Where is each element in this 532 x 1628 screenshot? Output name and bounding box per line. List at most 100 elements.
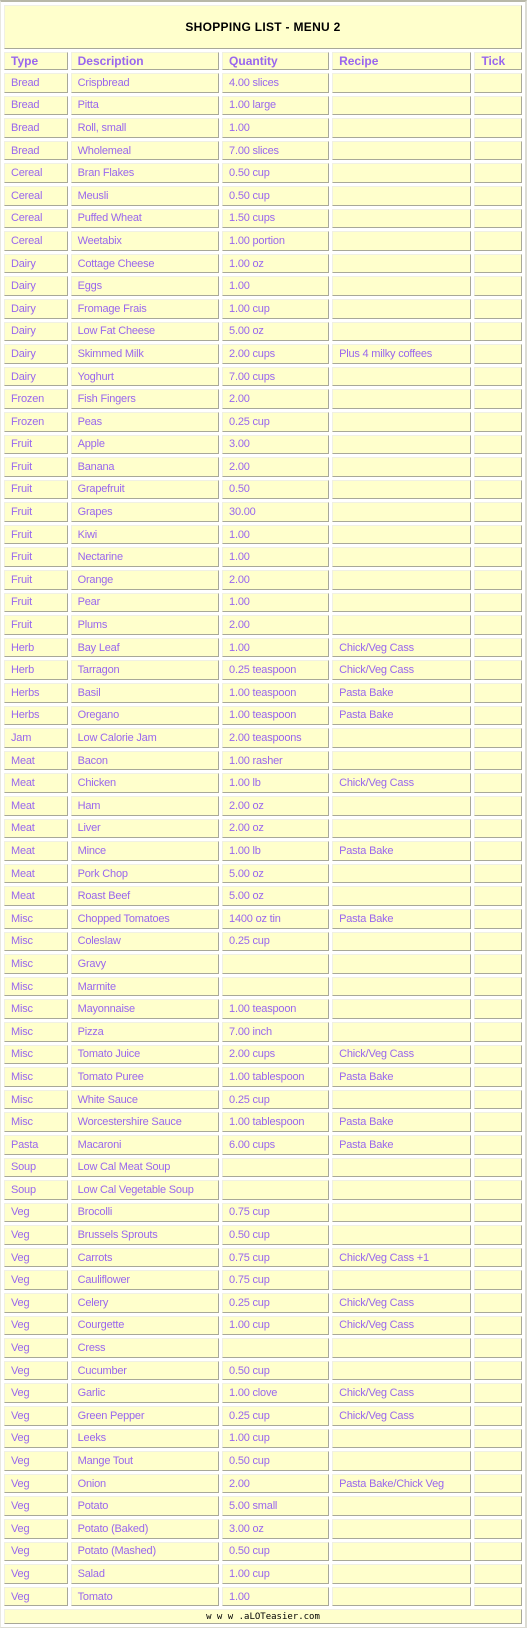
cell-tick[interactable] bbox=[474, 683, 522, 703]
cell-tick[interactable] bbox=[474, 231, 522, 251]
cell-tick[interactable] bbox=[474, 1157, 522, 1178]
cell-quantity: 5.00 oz bbox=[222, 321, 330, 342]
cell-tick[interactable] bbox=[474, 163, 522, 183]
cell-quantity: 2.00 teaspoons bbox=[222, 728, 330, 748]
cell-type: Pasta bbox=[4, 1134, 68, 1155]
footer-site-link[interactable]: w w w .aLOTeasier.com bbox=[4, 1609, 522, 1625]
cell-tick[interactable] bbox=[474, 118, 522, 138]
table-row: Herbs Basil 1.00 teaspoon Pasta Bake bbox=[4, 683, 522, 703]
cell-tick[interactable] bbox=[474, 1293, 522, 1313]
cell-recipe bbox=[332, 1564, 472, 1584]
cell-type: Dairy bbox=[4, 344, 68, 364]
cell-tick[interactable] bbox=[474, 954, 522, 974]
cell-tick[interactable] bbox=[474, 547, 522, 568]
cell-tick[interactable] bbox=[474, 908, 522, 929]
cell-tick[interactable] bbox=[474, 1134, 522, 1155]
cell-tick[interactable] bbox=[474, 321, 522, 342]
cell-tick[interactable] bbox=[474, 1089, 522, 1110]
cell-tick[interactable] bbox=[474, 1112, 522, 1132]
cell-tick[interactable] bbox=[474, 1473, 522, 1494]
cell-tick[interactable] bbox=[474, 1044, 522, 1065]
cell-tick[interactable] bbox=[474, 1225, 522, 1245]
cell-tick[interactable] bbox=[474, 1496, 522, 1516]
cell-description: Fish Fingers bbox=[70, 389, 220, 409]
cell-description: Skimmed Milk bbox=[70, 344, 220, 364]
cell-tick[interactable] bbox=[474, 1428, 522, 1449]
cell-tick[interactable] bbox=[474, 637, 522, 658]
cell-tick[interactable] bbox=[474, 344, 522, 364]
cell-tick[interactable] bbox=[474, 1202, 522, 1223]
cell-tick[interactable] bbox=[474, 660, 522, 681]
cell-tick[interactable] bbox=[474, 750, 522, 771]
cell-tick[interactable] bbox=[474, 1564, 522, 1584]
cell-type: Bread bbox=[4, 73, 68, 93]
cell-tick[interactable] bbox=[474, 886, 522, 906]
cell-tick[interactable] bbox=[474, 502, 522, 522]
cell-tick[interactable] bbox=[474, 434, 522, 455]
cell-tick[interactable] bbox=[474, 457, 522, 477]
shopping-list-container: SHOPPING LIST - MENU 2 Type Description … bbox=[0, 0, 527, 1628]
cell-tick[interactable] bbox=[474, 773, 522, 793]
cell-tick[interactable] bbox=[474, 389, 522, 409]
cell-tick[interactable] bbox=[474, 253, 522, 274]
cell-description: Onion bbox=[70, 1473, 220, 1494]
cell-type: Fruit bbox=[4, 502, 68, 522]
cell-tick[interactable] bbox=[474, 1406, 522, 1426]
cell-type: Fruit bbox=[4, 570, 68, 590]
cell-tick[interactable] bbox=[474, 863, 522, 884]
cell-tick[interactable] bbox=[474, 796, 522, 816]
cell-tick[interactable] bbox=[474, 1360, 522, 1381]
cell-tick[interactable] bbox=[474, 185, 522, 206]
cell-tick[interactable] bbox=[474, 728, 522, 748]
cell-tick[interactable] bbox=[474, 931, 522, 952]
cell-description: Garlic bbox=[70, 1383, 220, 1404]
cell-description: Orange bbox=[70, 570, 220, 590]
cell-type: Meat bbox=[4, 818, 68, 839]
cell-description: Bran Flakes bbox=[70, 163, 220, 183]
cell-recipe bbox=[332, 118, 472, 138]
cell-tick[interactable] bbox=[474, 1541, 522, 1562]
cell-tick[interactable] bbox=[474, 366, 522, 387]
cell-tick[interactable] bbox=[474, 1586, 522, 1607]
cell-tick[interactable] bbox=[474, 615, 522, 635]
cell-recipe bbox=[332, 1541, 472, 1562]
cell-tick[interactable] bbox=[474, 479, 522, 500]
cell-tick[interactable] bbox=[474, 1338, 522, 1358]
cell-type: Misc bbox=[4, 908, 68, 929]
cell-tick[interactable] bbox=[474, 524, 522, 545]
cell-tick[interactable] bbox=[474, 592, 522, 613]
cell-type: Fruit bbox=[4, 434, 68, 455]
cell-tick[interactable] bbox=[474, 1519, 522, 1539]
cell-tick[interactable] bbox=[474, 411, 522, 432]
cell-tick[interactable] bbox=[474, 976, 522, 997]
cell-tick[interactable] bbox=[474, 818, 522, 839]
cell-tick[interactable] bbox=[474, 1180, 522, 1200]
cell-tick[interactable] bbox=[474, 140, 522, 161]
cell-tick[interactable] bbox=[474, 1067, 522, 1087]
cell-tick[interactable] bbox=[474, 705, 522, 726]
cell-tick[interactable] bbox=[474, 1270, 522, 1291]
cell-tick[interactable] bbox=[474, 208, 522, 229]
cell-tick[interactable] bbox=[474, 1021, 522, 1042]
table-row: Herbs Oregano 1.00 teaspoon Pasta Bake bbox=[4, 705, 522, 726]
table-row: Dairy Cottage Cheese 1.00 oz bbox=[4, 253, 522, 274]
cell-recipe bbox=[332, 1360, 472, 1381]
cell-tick[interactable] bbox=[474, 1451, 522, 1471]
cell-tick[interactable] bbox=[474, 1383, 522, 1404]
cell-tick[interactable] bbox=[474, 570, 522, 590]
cell-tick[interactable] bbox=[474, 95, 522, 116]
cell-recipe bbox=[332, 1338, 472, 1358]
cell-tick[interactable] bbox=[474, 1247, 522, 1268]
cell-tick[interactable] bbox=[474, 841, 522, 861]
cell-tick[interactable] bbox=[474, 1315, 522, 1336]
cell-quantity: 0.50 cup bbox=[222, 1225, 330, 1245]
cell-quantity: 2.00 bbox=[222, 1473, 330, 1494]
footer-row: w w w .aLOTeasier.com bbox=[4, 1609, 522, 1625]
column-header-type: Type bbox=[4, 52, 68, 70]
column-header-tick: Tick bbox=[474, 52, 522, 70]
cell-tick[interactable] bbox=[474, 276, 522, 296]
cell-tick[interactable] bbox=[474, 298, 522, 319]
cell-tick[interactable] bbox=[474, 73, 522, 93]
cell-quantity: 5.00 oz bbox=[222, 886, 330, 906]
cell-tick[interactable] bbox=[474, 999, 522, 1019]
